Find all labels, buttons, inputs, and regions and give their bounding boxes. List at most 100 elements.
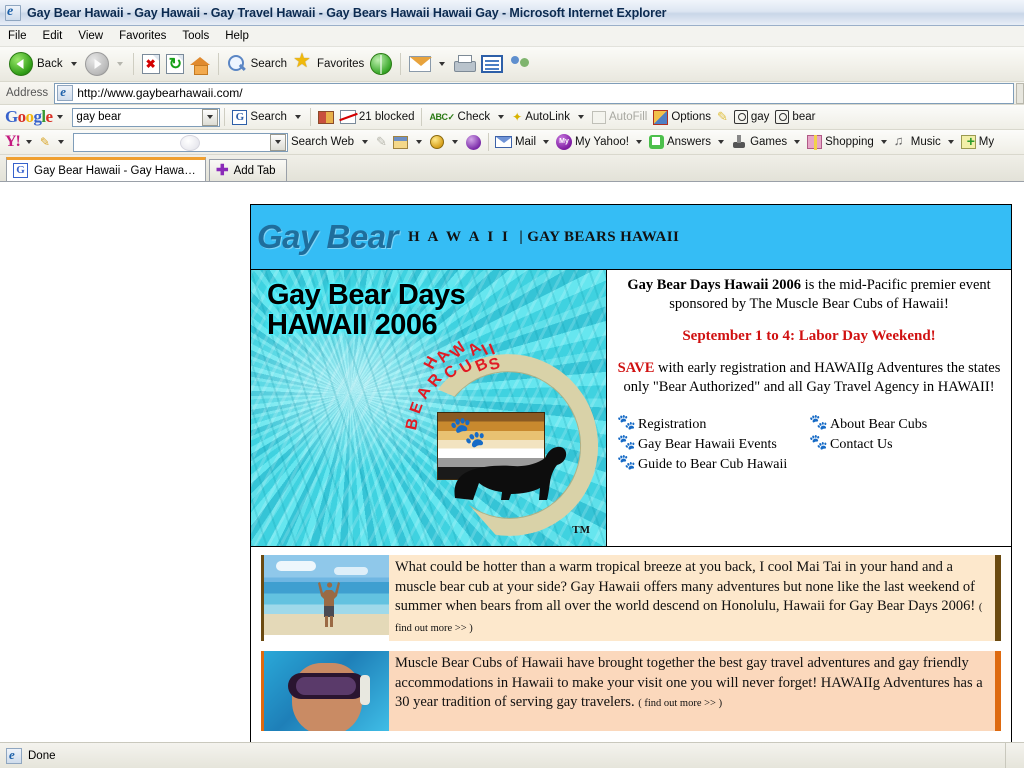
nav-link-label: Registration xyxy=(638,417,707,432)
hero-graphic[interactable]: Gay Bear Days HAWAII 2006 H A W A I I B … xyxy=(251,270,607,546)
g-divider-1 xyxy=(224,108,226,126)
refresh-button[interactable] xyxy=(163,50,187,78)
home-button[interactable] xyxy=(187,50,213,78)
tab-active[interactable]: G Gay Bear Hawaii - Gay Hawaii - ... xyxy=(6,157,206,181)
shopping-dropdown-icon[interactable] xyxy=(880,140,887,144)
yahoo-menu-icon[interactable] xyxy=(25,140,32,144)
autolink-dropdown-icon[interactable] xyxy=(577,115,584,119)
nav-link-registration[interactable]: 🐾 Registration xyxy=(617,415,809,434)
games-dropdown-icon[interactable] xyxy=(794,140,801,144)
history-button[interactable] xyxy=(367,50,395,78)
find-term-icon-2 xyxy=(775,110,790,124)
autolink-label: AutoLink xyxy=(525,111,570,123)
mail-dropdown-icon[interactable] xyxy=(439,62,446,66)
google-search-input[interactable]: gay bear xyxy=(72,107,221,127)
music-dropdown-icon[interactable] xyxy=(947,140,954,144)
games-label: Games xyxy=(750,136,788,148)
yahoo-music-button[interactable]: Music xyxy=(892,131,943,153)
messenger-button[interactable] xyxy=(506,50,536,78)
yahoo-shopping-button[interactable]: Shopping xyxy=(805,131,876,153)
nav-link-events[interactable]: 🐾 Gay Bear Hawaii Events xyxy=(617,435,809,454)
popup-blocker-icon xyxy=(339,110,356,124)
yahoo-music-circle-button[interactable] xyxy=(463,131,484,153)
favorites-button[interactable]: Favorites xyxy=(290,50,367,78)
globe-dropdown-icon[interactable] xyxy=(451,140,458,144)
add-tab-button[interactable]: ✚ Add Tab xyxy=(209,159,287,181)
menu-file[interactable]: File xyxy=(0,28,35,44)
back-dropdown-icon[interactable] xyxy=(70,62,77,66)
google-spellcheck-button[interactable]: ABC✓ Check xyxy=(426,106,493,128)
google-menu-icon[interactable] xyxy=(57,115,64,119)
edit-icon xyxy=(481,55,504,73)
answers-dropdown-icon[interactable] xyxy=(718,140,725,144)
google-search-button[interactable]: G Search xyxy=(229,106,289,128)
toolbar-divider xyxy=(132,53,134,75)
google-query-text: gay bear xyxy=(76,111,122,123)
yahoo-globe-button[interactable] xyxy=(427,131,447,153)
yahoo-window-button[interactable] xyxy=(390,131,411,153)
find-term-icon xyxy=(733,110,748,124)
resize-grip[interactable] xyxy=(1008,752,1022,766)
google-term1-label: gay xyxy=(750,111,770,123)
check-dropdown-icon[interactable] xyxy=(498,115,505,119)
forward-button[interactable] xyxy=(82,50,112,78)
nav-link-contact-us[interactable]: 🐾 Contact Us xyxy=(809,435,1001,454)
mask-lens-shape xyxy=(296,677,356,695)
nav-link-guide[interactable]: 🐾 Guide to Bear Cub Hawaii xyxy=(617,455,809,474)
menu-view[interactable]: View xyxy=(70,28,111,44)
menu-tools[interactable]: Tools xyxy=(174,28,217,44)
back-button[interactable]: Back xyxy=(6,50,66,78)
mail-dropdown-icon-2[interactable] xyxy=(543,140,550,144)
promo-body-1: What could be hotter than a warm tropica… xyxy=(395,559,976,614)
promo-block-2[interactable]: Muscle Bear Cubs of Hawaii have brought … xyxy=(261,651,1001,731)
yahoo-highlight-button[interactable]: ✎ xyxy=(373,131,390,153)
yahoo-my-yahoo-button[interactable]: My My Yahoo! xyxy=(554,131,631,153)
google-search-dropdown-icon[interactable] xyxy=(294,115,301,119)
google-options-button[interactable]: Options xyxy=(650,106,714,128)
menu-help[interactable]: Help xyxy=(217,28,257,44)
find-out-more-link-2[interactable]: ( find out more >> ) xyxy=(638,698,722,709)
nav-link-about-bear-cubs[interactable]: 🐾 About Bear Cubs xyxy=(809,415,1001,434)
print-button[interactable] xyxy=(450,50,478,78)
yahoo-add-button[interactable]: My xyxy=(959,131,996,153)
menu-edit[interactable]: Edit xyxy=(35,28,71,44)
yahoo-pencil-button[interactable]: ✎ xyxy=(37,131,53,153)
stop-button[interactable] xyxy=(139,50,163,78)
edit-button[interactable] xyxy=(478,50,506,78)
man-silhouette xyxy=(318,582,340,627)
yahoo-mail-button[interactable]: Mail xyxy=(493,131,538,153)
site-sub2: | GAY BEARS HAWAII xyxy=(519,228,680,245)
address-input[interactable]: http://www.gaybearhawaii.com/ xyxy=(54,82,1014,104)
search-button[interactable]: Search xyxy=(224,50,290,78)
pencil-dropdown-icon[interactable] xyxy=(57,140,64,144)
menu-bar: File Edit View Favorites Tools Help xyxy=(0,26,1024,47)
google-popup-blocker-button[interactable]: 21 blocked xyxy=(337,106,418,128)
search-web-dropdown-icon[interactable] xyxy=(362,140,369,144)
autofill-label: AutoFill xyxy=(608,111,648,123)
yahoo-query-dropdown-icon[interactable] xyxy=(269,133,286,151)
google-query-dropdown-icon[interactable] xyxy=(202,108,219,126)
window-dropdown-icon[interactable] xyxy=(415,140,422,144)
google-highlight-button[interactable]: ✎ xyxy=(714,106,731,128)
address-go-button[interactable] xyxy=(1016,82,1024,104)
google-bookmarks-button[interactable] xyxy=(315,106,337,128)
my-yahoo-dropdown-icon[interactable] xyxy=(635,140,642,144)
google-autolink-button[interactable]: ✦ AutoLink xyxy=(509,106,573,128)
promo-block-1[interactable]: What could be hotter than a warm tropica… xyxy=(261,555,1001,641)
yahoo-answers-button[interactable]: Answers xyxy=(647,131,713,153)
yahoo-games-button[interactable]: Games xyxy=(729,131,789,153)
mail-button[interactable] xyxy=(406,50,434,78)
hero-title-line2: HAWAII 2006 xyxy=(267,309,438,341)
games-icon xyxy=(731,135,747,149)
menu-favorites[interactable]: Favorites xyxy=(111,28,174,44)
google-term-bear-button[interactable]: bear xyxy=(772,106,818,128)
autofill-icon xyxy=(591,110,606,124)
tab-label: Gay Bear Hawaii - Gay Hawaii - ... xyxy=(34,164,197,177)
yahoo-search-web-button[interactable]: Search Web xyxy=(288,136,357,148)
yahoo-search-input[interactable] xyxy=(72,132,288,152)
google-term-gay-button[interactable]: gay xyxy=(731,106,773,128)
answers-label: Answers xyxy=(666,136,712,148)
paw-icon: 🐾 xyxy=(617,435,636,451)
back-icon xyxy=(9,52,33,76)
bookmark-icon xyxy=(317,110,334,124)
